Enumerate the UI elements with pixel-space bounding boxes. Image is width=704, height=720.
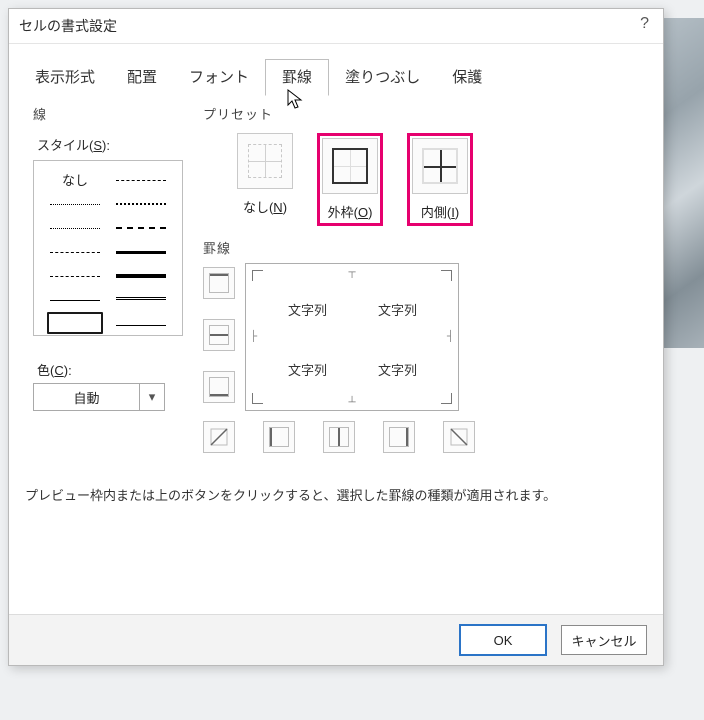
tab-font[interactable]: フォント [173,60,265,95]
hint-text: プレビュー枠内または上のボタンをクリックすると、選択した罫線の種類が適用されます… [25,485,647,504]
preset-inside-icon [422,148,458,184]
tab-border[interactable]: 罫線 [265,59,329,96]
line-style-label: スタイル(S): [37,135,193,154]
tab-number-format[interactable]: 表示形式 [19,60,111,95]
line-style-selected[interactable] [42,311,108,338]
line-style-3[interactable] [42,191,108,215]
preset-outside-icon [332,148,368,184]
format-cells-dialog: セルの書式設定 ? 表示形式 配置 フォント 罫線 塗りつぶし 保護 線 スタイ… [8,8,664,666]
border-diag-up-button[interactable] [203,421,235,453]
border-group-title: 罫線 [203,238,643,257]
line-style-2[interactable] [108,167,174,191]
tab-content: 線 スタイル(S): なし [9,96,663,465]
ok-button[interactable]: OK [459,624,547,656]
preset-row: なし(N) 外枠(O) 内側(I) [237,133,643,226]
titlebar: セルの書式設定 ? [9,9,663,44]
tab-alignment[interactable]: 配置 [111,60,173,95]
line-style-11[interactable] [42,287,108,311]
border-preview[interactable]: ┬┴ ├┤ 文字列 文字列 文字列 文字列 [245,263,459,411]
line-style-9[interactable] [42,263,108,287]
line-style-list[interactable]: なし [33,160,183,336]
border-bottom-button[interactable] [203,371,235,403]
border-right-button[interactable] [383,421,415,453]
border-left-buttons [203,263,235,411]
line-style-none[interactable]: なし [42,167,108,191]
border-bottom-buttons [203,421,643,453]
line-color-value: 自動 [34,388,139,407]
preset-none-icon [248,144,282,178]
line-style-13[interactable] [108,311,174,338]
border-section: 罫線 ┬┴ ├┤ 文字列 文字列 文字列 [203,238,643,453]
line-color-label: 色(C): [37,360,193,379]
preset-none[interactable]: なし(N) [237,133,293,226]
line-style-8[interactable] [108,239,174,263]
tab-strip: 表示形式 配置 フォント 罫線 塗りつぶし 保護 [19,58,653,96]
preview-cell-2: 文字列 [378,300,417,319]
line-color-dropdown[interactable]: 自動 ▾ [33,383,165,411]
right-column: プリセット なし(N) 外枠(O) 内側(I) 罫線 [203,104,643,453]
border-diag-down-button[interactable] [443,421,475,453]
line-group: 線 スタイル(S): なし [33,104,193,453]
line-style-7[interactable] [42,239,108,263]
preview-cell-3: 文字列 [288,360,327,379]
preset-outside-label: 外枠(O) [328,202,373,221]
border-top-button[interactable] [203,267,235,299]
border-mid-v-button[interactable] [323,421,355,453]
line-group-title: 線 [33,104,193,123]
preview-cell-4: 文字列 [378,360,417,379]
help-button[interactable]: ? [640,15,649,33]
line-style-4[interactable] [108,191,174,215]
line-style-6[interactable] [108,215,174,239]
chevron-down-icon: ▾ [139,384,164,410]
preset-inside-label: 内側(I) [421,202,459,221]
dialog-title: セルの書式設定 [19,16,117,36]
preview-cell-1: 文字列 [288,300,327,319]
line-style-10[interactable] [108,263,174,287]
preset-none-label: なし(N) [243,197,287,216]
line-style-12[interactable] [108,287,174,311]
tab-protection[interactable]: 保護 [436,60,498,95]
preset-inside[interactable]: 内側(I) [407,133,473,226]
preset-outside[interactable]: 外枠(O) [317,133,383,226]
border-left-button[interactable] [263,421,295,453]
preset-group-title: プリセット [203,104,643,123]
border-mid-h-button[interactable] [203,319,235,351]
cancel-button[interactable]: キャンセル [561,625,647,655]
tab-fill[interactable]: 塗りつぶし [329,60,436,95]
dialog-footer: OK キャンセル [9,614,663,665]
line-style-5[interactable] [42,215,108,239]
